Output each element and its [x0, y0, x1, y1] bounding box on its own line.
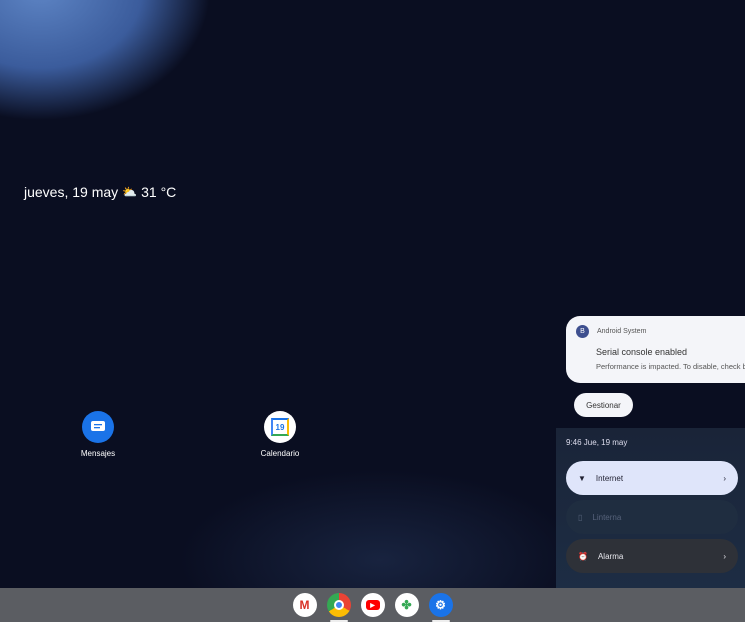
- tile-label: Alarma: [597, 551, 624, 561]
- settings-icon[interactable]: ⚙: [428, 593, 453, 622]
- shelf: M ▶ ✤ ⚙: [0, 588, 745, 622]
- app-label: Mensajes: [80, 449, 116, 458]
- youtube-icon[interactable]: ▶: [360, 593, 385, 617]
- alarm-icon: ⏰: [578, 551, 588, 561]
- date-weather-widget[interactable]: jueves, 19 may ⛅ 31 °C: [24, 184, 176, 200]
- tile-internet[interactable]: ▼ Internet ›: [566, 461, 738, 495]
- chrome-icon[interactable]: [326, 593, 351, 622]
- android-system-icon: B: [576, 325, 589, 338]
- app-mensajes[interactable]: Mensajes: [58, 411, 138, 458]
- chevron-right-icon: ›: [723, 473, 726, 483]
- gmail-icon[interactable]: M: [292, 593, 317, 617]
- notification-body: Performance is impacted. To disable, che…: [596, 362, 745, 371]
- calendar-day: 19: [271, 418, 289, 436]
- partly-cloudy-icon: ⛅: [122, 185, 138, 199]
- messages-icon: [82, 411, 114, 443]
- tile-alarma[interactable]: ⏰ Alarma ›: [566, 539, 738, 573]
- app-calendario[interactable]: 19 Calendario: [240, 411, 320, 458]
- temperature-text: 31 °C: [141, 184, 177, 200]
- quick-settings-panel: 9:46 Jue, 19 may ▼ Internet › ▯ Linterna ⏰ A…: [556, 428, 745, 588]
- notification-app: Android System: [597, 328, 647, 335]
- app-label: Calendario: [260, 449, 300, 458]
- chevron-right-icon: ›: [723, 551, 726, 561]
- flashlight-icon: ▯: [578, 512, 583, 522]
- qs-time: 9:46 Jue, 19 may: [566, 438, 628, 447]
- manage-notifications-button[interactable]: Gestionar: [574, 393, 633, 417]
- notification-card[interactable]: B Android System Serial console enabled P…: [566, 316, 745, 383]
- calendar-icon: 19: [264, 411, 296, 443]
- tile-linterna[interactable]: ▯ Linterna: [566, 500, 738, 534]
- tile-label: Internet: [595, 473, 624, 483]
- date-text: jueves, 19 may: [24, 184, 119, 200]
- notification-title: Serial console enabled: [596, 347, 688, 357]
- wifi-icon: ▼: [578, 473, 586, 483]
- photos-icon[interactable]: ✤: [394, 593, 419, 617]
- tile-label: Linterna: [592, 512, 622, 522]
